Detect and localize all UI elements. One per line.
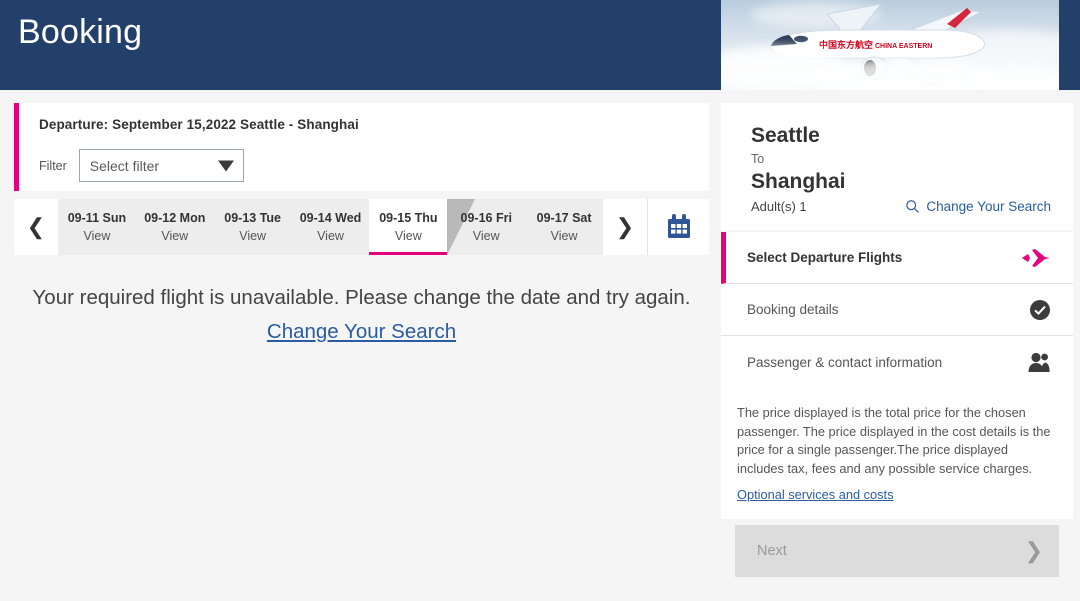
booking-step-0[interactable]: Select Departure Flights [721,232,1073,284]
date-tab-view[interactable]: View [473,227,500,245]
filter-label: Filter [39,158,67,173]
origin-city: Seattle [751,124,820,147]
caret-down-icon [217,160,234,171]
next-dates-button[interactable]: ❯ [603,199,647,255]
change-search-link-sidebar[interactable]: Change Your Search [905,199,1051,214]
booking-steps: Select Departure Flights Booking details P… [721,232,1073,388]
date-tab-label: 09-14 Wed [299,210,362,225]
date-tab-label: 09-15 Thu [379,210,438,225]
booking-page: Booking 中国东方航空 CHINA EASTERN Departure: … [0,0,1080,601]
booking-step-2[interactable]: Passenger & contact information [721,336,1073,388]
date-tabs: 09-11 Sun View 09-12 Mon View 09-13 Tue View 0… [58,199,603,255]
booking-sidebar: Seattle To Shanghai Adult(s) 1 Change Yo… [721,103,1073,577]
date-tab-view[interactable]: View [317,227,344,245]
filter-select-value: Select filter [89,157,160,174]
calendar-icon [667,214,690,238]
page-title: Booking [18,13,143,51]
people-icon [1027,351,1051,373]
date-tab-09-12[interactable]: 09-12 Mon View [136,199,214,255]
filter-select[interactable]: Select filter [78,149,244,182]
svg-text:CHINA EASTERN: CHINA EASTERN [875,43,932,50]
hero-airplane-image: 中国东方航空 CHINA EASTERN [721,0,1059,90]
date-tab-09-11[interactable]: 09-11 Sun View [58,199,136,255]
chevron-right-icon: ❯ [1024,537,1043,563]
destination-city: Shanghai [751,170,846,193]
search-icon [906,200,920,213]
date-tab-09-13[interactable]: 09-13 Tue View [214,199,292,255]
date-tab-view[interactable]: View [83,227,110,245]
check-circle-icon [1029,299,1051,321]
svg-text:中国东方航空: 中国东方航空 [819,39,873,50]
optional-services-link[interactable]: Optional services and costs [737,486,893,505]
change-search-label: Change Your Search [926,199,1051,214]
date-tab-view[interactable]: View [239,227,266,245]
to-label: To [751,152,765,166]
next-button[interactable]: Next ❯ [735,524,1059,577]
date-tab-09-14[interactable]: 09-14 Wed View [292,199,370,255]
booking-step-1[interactable]: Booking details [721,284,1073,336]
date-tab-view[interactable]: View [395,227,422,245]
filter-row: Filter Select filter [39,149,709,182]
prev-dates-button[interactable]: ❮ [14,199,58,255]
date-navigation-strip: ❮ 09-11 Sun View 09-12 Mon View 09-13 Tue Vie… [14,199,709,255]
departure-title: Departure: September 15,2022 Seattle - S… [39,117,359,132]
no-flights-message: Your required flight is unavailable. Ple… [14,281,709,349]
date-tab-label: 09-13 Tue [224,210,282,225]
airplane-icon [1021,247,1051,269]
date-tab-view[interactable]: View [551,227,578,245]
booking-step-label: Passenger & contact information [747,354,943,370]
no-flights-text: Your required flight is unavailable. Ple… [32,286,691,309]
trip-summary-card: Seattle To Shanghai Adult(s) 1 Change Yo… [721,103,1073,230]
search-results-column: Departure: September 15,2022 Seattle - S… [14,103,709,349]
date-tab-09-15[interactable]: 09-15 Thu View [369,199,448,255]
departure-summary-card: Departure: September 15,2022 Seattle - S… [14,103,709,191]
booking-step-label: Select Departure Flights [747,250,903,265]
date-tab-label: 09-16 Fri [460,210,512,225]
booking-step-label: Booking details [747,302,839,317]
disclaimer-text: The price displayed is the total price f… [737,405,1051,476]
date-tab-label: 09-17 Sat [536,210,592,225]
date-tab-09-17[interactable]: 09-17 Sat View [525,199,603,255]
page-header: Booking 中国东方航空 CHINA EASTERN [0,0,1080,90]
date-tab-label: 09-11 Sun [67,210,127,225]
calendar-button[interactable] [647,199,709,255]
passenger-row: Adult(s) 1 Change Your Search [751,199,1051,214]
date-tab-09-16[interactable]: 09-16 Fri View [447,199,525,255]
passenger-count: Adult(s) 1 [751,199,807,214]
date-tab-label: 09-12 Mon [144,210,206,225]
next-button-label: Next [757,542,787,559]
change-search-link-main[interactable]: Change Your Search [267,320,456,343]
date-tab-view[interactable]: View [161,227,188,245]
price-disclaimer: The price displayed is the total price f… [721,388,1073,519]
